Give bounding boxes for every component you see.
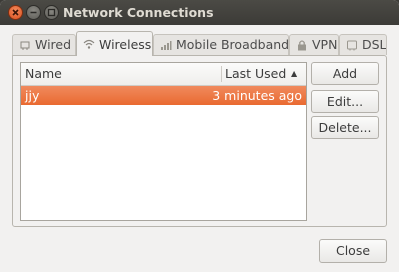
edit-button[interactable]: Edit...	[311, 90, 379, 113]
tab-wireless-label: Wireless	[99, 37, 152, 52]
delete-button[interactable]: Delete...	[311, 116, 379, 139]
window-maximize-button[interactable]	[44, 5, 59, 20]
connection-name: jjy	[25, 88, 40, 103]
window-title: Network Connections	[63, 5, 214, 20]
close-button[interactable]: Close	[319, 239, 387, 263]
lock-icon	[298, 40, 306, 51]
add-button[interactable]: Add	[311, 62, 379, 85]
tab-dsl[interactable]: DSL	[339, 34, 387, 55]
title-bar[interactable]: Network Connections	[0, 0, 399, 25]
wireless-tab-panel: Name Last Used ▲ jjy 3 minutes ago Add E…	[12, 55, 387, 227]
connection-last-used: 3 minutes ago	[212, 88, 302, 103]
network-connections-window: Network Connections Wired Wireless Mobil…	[0, 0, 399, 272]
window-close-button[interactable]	[8, 5, 23, 20]
tab-wireless[interactable]: Wireless	[76, 31, 153, 56]
sort-ascending-icon[interactable]: ▲	[291, 63, 297, 85]
close-icon	[12, 9, 19, 16]
column-header-last-used[interactable]: Last Used	[225, 63, 286, 85]
connections-list[interactable]: Name Last Used ▲ jjy 3 minutes ago	[20, 62, 307, 221]
tab-wired-label: Wired	[35, 37, 72, 52]
column-header-name[interactable]: Name	[25, 63, 62, 85]
signal-bars-icon	[161, 41, 172, 50]
wired-icon	[20, 41, 30, 50]
tab-vpn[interactable]: VPN	[289, 34, 339, 55]
list-header: Name Last Used ▲	[21, 63, 306, 86]
tab-wired[interactable]: Wired	[12, 34, 76, 55]
dsl-icon	[347, 40, 357, 51]
tab-mobile-broadband-label: Mobile Broadband	[176, 37, 289, 52]
tab-dsl-label: DSL	[362, 37, 387, 52]
tab-vpn-label: VPN	[312, 37, 338, 52]
window-minimize-button[interactable]	[26, 5, 41, 20]
column-separator[interactable]	[221, 66, 222, 82]
tab-mobile-broadband[interactable]: Mobile Broadband	[153, 34, 289, 55]
wireless-icon	[83, 39, 95, 49]
maximize-icon	[47, 8, 56, 17]
minimize-icon	[30, 11, 37, 14]
list-item-jjy[interactable]: jjy 3 minutes ago	[21, 86, 306, 105]
